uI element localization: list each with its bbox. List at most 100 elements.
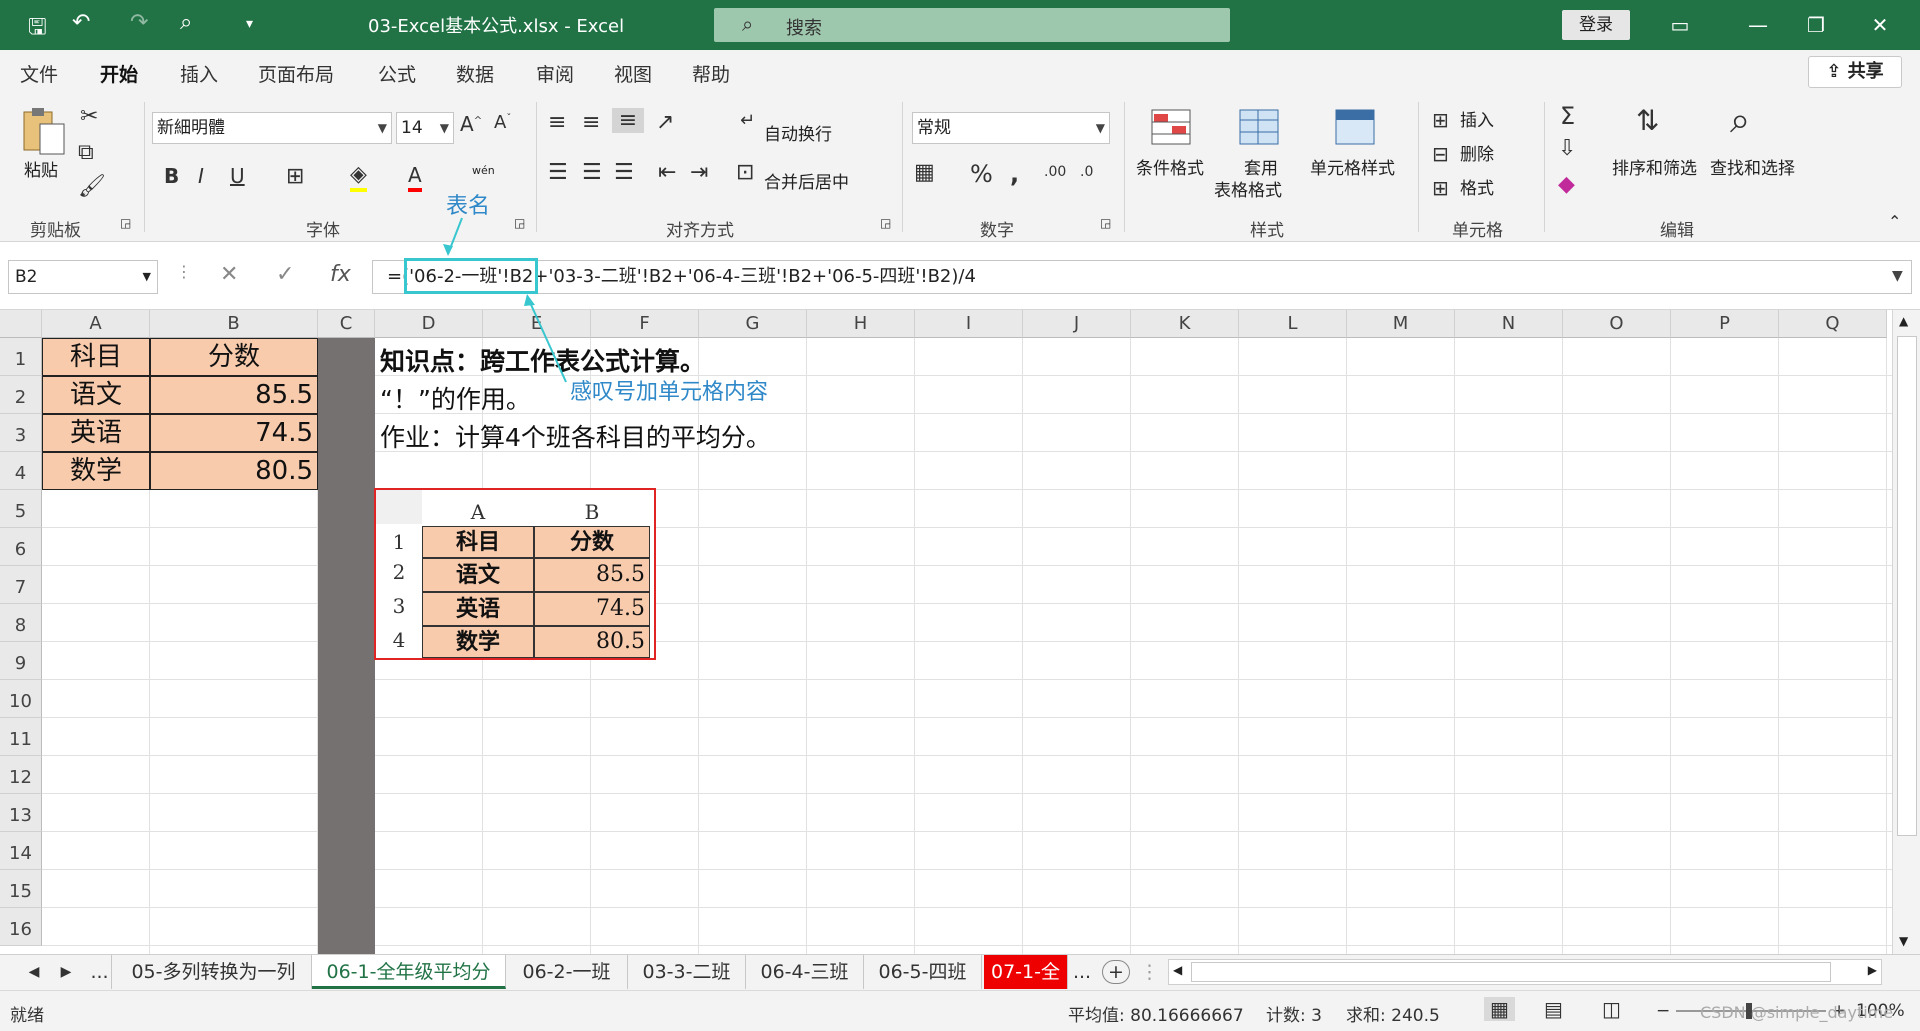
conditional-formatting-label[interactable]: 条件格式 [1136, 154, 1204, 179]
cell-a1[interactable]: 科目 [42, 338, 150, 376]
cell-a2[interactable]: 语文 [42, 376, 150, 414]
tab-review[interactable]: 审阅 [536, 60, 574, 87]
more-options-icon[interactable]: ⋮ [176, 262, 192, 281]
row-header-14[interactable]: 14 [0, 832, 42, 870]
scroll-tabs-right-icon[interactable]: ▶ [56, 955, 76, 989]
row-header-15[interactable]: 15 [0, 870, 42, 908]
horizontal-scrollbar[interactable]: ◀ ▶ [1168, 959, 1882, 985]
restore-icon[interactable]: ❐ [1796, 8, 1836, 42]
horizontal-scroll-thumb[interactable] [1191, 962, 1831, 982]
align-bottom-icon[interactable]: ≡ [612, 108, 644, 133]
font-size-select[interactable]: 14 ▼ [396, 112, 454, 144]
copy-icon[interactable]: ⧉ [78, 140, 94, 165]
row-header-8[interactable]: 8 [0, 604, 42, 642]
vertical-scrollbar[interactable]: ▲ ▼ [1892, 310, 1920, 954]
redo-icon[interactable]: ↷ [130, 10, 148, 35]
cell-d1[interactable]: 知识点：跨工作表公式计算。 [380, 342, 705, 378]
expand-formula-bar-icon[interactable]: ▼ [1892, 268, 1903, 284]
cell-styles-label[interactable]: 单元格样式 [1310, 154, 1395, 179]
cell-d3[interactable]: 作业：计算4个班各科目的平均分。 [380, 418, 771, 454]
worksheet-grid[interactable]: ABCDEFGHIJKLMNOPQ 1 2 3 4 5 6 7 8 9 10 11 12 13 14 15 1… [0, 310, 1892, 954]
bold-icon[interactable]: B [164, 164, 179, 188]
merge-center-icon[interactable]: ⊡ [736, 160, 754, 185]
login-button[interactable]: 登录 [1562, 10, 1630, 40]
autosum-icon[interactable]: Σ [1560, 102, 1575, 130]
row-header-3[interactable]: 3 [0, 414, 42, 452]
align-center-icon[interactable]: ☰ [582, 160, 602, 185]
column-header-l[interactable]: L [1239, 310, 1347, 338]
number-format-select[interactable]: 常规 ▼ [912, 112, 1110, 144]
scroll-right-icon[interactable]: ▶ [1868, 963, 1877, 977]
tab-view[interactable]: 视图 [614, 60, 652, 87]
cell-b2[interactable]: 85.5 [150, 376, 318, 414]
name-box[interactable]: B2 ▼ [8, 260, 158, 294]
orientation-icon[interactable]: ↗ [656, 110, 674, 135]
comma-style-icon[interactable]: , [1010, 160, 1019, 188]
align-middle-icon[interactable]: ≡ [582, 110, 600, 135]
share-button[interactable]: ⇪ 共享 [1808, 56, 1902, 88]
row-header-5[interactable]: 5 [0, 490, 42, 528]
tab-data[interactable]: 数据 [456, 60, 494, 87]
sheet-tab-06-1[interactable]: 06-1-全年级平均分 [312, 955, 506, 989]
increase-decimal-icon[interactable]: .00 [1044, 164, 1066, 180]
column-header-n[interactable]: N [1455, 310, 1563, 338]
format-as-table-icon[interactable] [1238, 108, 1282, 148]
tab-page-layout[interactable]: 页面布局 [258, 60, 334, 87]
ribbon-display-options-icon[interactable]: ▭ [1660, 8, 1700, 42]
customize-quick-access-icon[interactable]: ▾ [246, 16, 253, 32]
column-header-k[interactable]: K [1131, 310, 1239, 338]
minimize-icon[interactable]: — [1738, 8, 1778, 42]
scroll-down-icon[interactable]: ▼ [1899, 934, 1908, 948]
page-break-view-icon[interactable]: ◫ [1602, 997, 1621, 1021]
borders-icon[interactable]: ⊞ [286, 164, 304, 189]
scroll-tabs-left-icon[interactable]: ◀ [24, 955, 44, 989]
collapse-ribbon-icon[interactable]: ⌃ [1888, 212, 1901, 231]
row-header-11[interactable]: 11 [0, 718, 42, 756]
fill-icon[interactable]: ⇩ [1558, 136, 1576, 161]
select-all-corner[interactable] [0, 310, 42, 338]
row-header-1[interactable]: 1 [0, 338, 42, 376]
column-header-d[interactable]: D [375, 310, 483, 338]
more-sheets-right[interactable]: ... [1070, 955, 1094, 989]
scroll-left-icon[interactable]: ◀ [1173, 963, 1182, 977]
row-header-16[interactable]: 16 [0, 908, 42, 946]
font-color-icon[interactable]: A [408, 162, 422, 192]
format-cells-label[interactable]: 格式 [1460, 174, 1494, 199]
cell-b1[interactable]: 分数 [150, 338, 318, 376]
tab-home[interactable]: 开始 [100, 60, 139, 97]
column-header-p[interactable]: P [1671, 310, 1779, 338]
column-header-g[interactable]: G [699, 310, 807, 338]
embedded-table-picture[interactable]: A B 1 2 3 4 科目 分数 语文 85.5 英语 74.5 数学 80.… [374, 488, 656, 660]
tab-formulas[interactable]: 公式 [378, 60, 416, 87]
increase-font-size-icon[interactable]: A^ [460, 112, 482, 136]
column-header-o[interactable]: O [1563, 310, 1671, 338]
column-header-f[interactable]: F [591, 310, 699, 338]
insert-function-icon[interactable]: fx [330, 262, 351, 287]
merge-center-label[interactable]: 合并后居中 [764, 168, 849, 193]
normal-view-icon[interactable]: ▦ [1484, 997, 1515, 1021]
align-left-icon[interactable]: ☰ [548, 160, 568, 185]
format-as-table-label-2[interactable]: 表格格式 [1214, 176, 1282, 201]
row-header-10[interactable]: 10 [0, 680, 42, 718]
decrease-indent-icon[interactable]: ⇤ [658, 160, 676, 185]
row-header-4[interactable]: 4 [0, 452, 42, 490]
page-layout-view-icon[interactable]: ▤ [1544, 997, 1563, 1021]
column-header-c[interactable]: C [318, 310, 375, 338]
sort-filter-icon[interactable]: ⇅ [1636, 104, 1659, 137]
insert-cells-icon[interactable]: ⊞ [1432, 108, 1449, 132]
column-header-m[interactable]: M [1347, 310, 1455, 338]
row-header-9[interactable]: 9 [0, 642, 42, 680]
alignment-launcher-icon[interactable]: ◲ [880, 216, 891, 230]
column-header-q[interactable]: Q [1779, 310, 1887, 338]
cut-icon[interactable]: ✂ [80, 104, 98, 129]
search-box[interactable]: ⌕ 搜索 [714, 8, 1230, 42]
paste-icon[interactable] [20, 104, 68, 156]
cell-a4[interactable]: 数学 [42, 452, 150, 490]
sheet-tab-03-3[interactable]: 03-3-二班 [628, 955, 746, 989]
enter-icon[interactable]: ✓ [276, 262, 294, 287]
undo-icon[interactable]: ↶ [72, 10, 90, 35]
number-launcher-icon[interactable]: ◲ [1100, 216, 1111, 230]
column-header-e[interactable]: E [483, 310, 591, 338]
font-name-select[interactable]: 新細明體 ▼ [152, 112, 392, 144]
cell-b4[interactable]: 80.5 [150, 452, 318, 490]
